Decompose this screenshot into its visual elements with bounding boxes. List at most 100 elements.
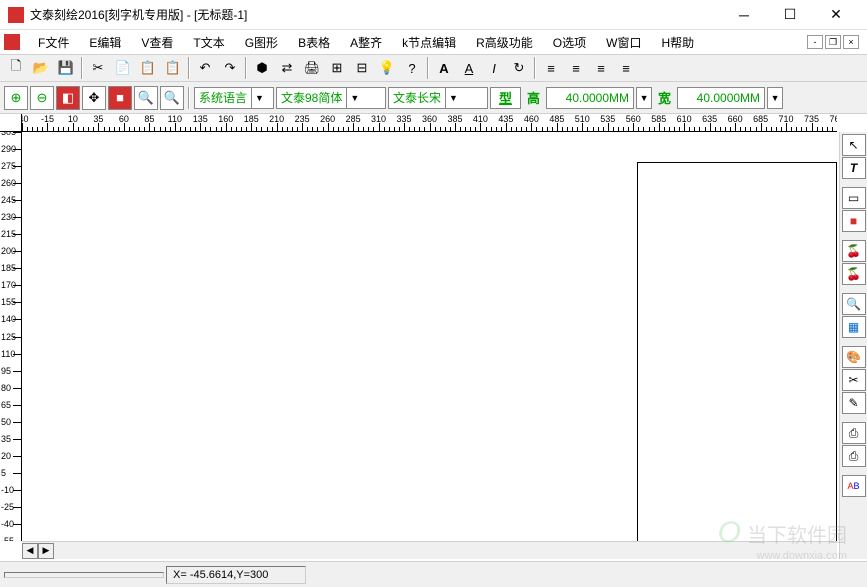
scroll-right-button[interactable]: ▶ <box>38 543 54 559</box>
underline-button[interactable]: A <box>457 57 481 79</box>
scroll-left-button[interactable]: ◀ <box>22 543 38 559</box>
menu-align[interactable]: A整齐 <box>340 32 392 53</box>
menu-edit[interactable]: E编辑 <box>79 32 131 53</box>
status-coords: X= -45.6614,Y=300 <box>166 566 306 584</box>
knife-tool[interactable]: ✂ <box>842 369 866 391</box>
dropdown-arrow-icon: ▼ <box>637 88 651 108</box>
menu-graphic[interactable]: G图形 <box>235 32 288 53</box>
print-button[interactable]: 🖨 <box>300 57 324 79</box>
mdi-close-button[interactable]: × <box>843 35 859 49</box>
zoom-in-button[interactable]: ⊕ <box>4 86 28 110</box>
separator <box>245 57 247 79</box>
style-combo[interactable]: 文泰长宋 ▼ <box>388 87 488 109</box>
light-button[interactable]: 💡 <box>375 57 399 79</box>
horizontal-ruler[interactable]: -40-151035608511013516018521023526028531… <box>22 114 837 132</box>
ungroup-button[interactable]: ⊟ <box>350 57 374 79</box>
height-input[interactable] <box>546 87 634 109</box>
menu-file[interactable]: F文件 <box>28 32 79 53</box>
close-button[interactable]: ✕ <box>813 0 859 30</box>
align-justify-button[interactable]: ≡ <box>614 57 638 79</box>
language-combo-text: 系统语言 <box>195 89 251 106</box>
group-button[interactable]: ⊞ <box>325 57 349 79</box>
menu-window[interactable]: W窗口 <box>596 32 651 53</box>
redo-button[interactable]: ↷ <box>218 57 242 79</box>
separator <box>534 57 536 79</box>
width-label: 宽 <box>654 88 675 107</box>
font-combo-text: 文泰98简体 <box>277 89 346 106</box>
separator <box>81 57 83 79</box>
height-label: 高 <box>523 88 544 107</box>
type-button[interactable]: 型 <box>490 87 521 109</box>
color-tool[interactable]: 🎨 <box>842 346 866 368</box>
menu-options[interactable]: O选项 <box>543 32 596 53</box>
font-combo[interactable]: 文泰98简体 ▼ <box>276 87 386 109</box>
menu-node[interactable]: k节点编辑 <box>392 32 466 53</box>
dropdown-arrow-icon: ▼ <box>251 88 267 108</box>
width-dropdown[interactable]: ▼ <box>767 87 783 109</box>
toolbar-format: ⊕ ⊖ ◧ ✥ ■ 🔍 🔍 系统语言 ▼ 文泰98简体 ▼ 文泰长宋 ▼ 型 高… <box>0 82 867 114</box>
copy-button[interactable]: 📄 <box>111 57 135 79</box>
cut-button[interactable]: ✂ <box>86 57 110 79</box>
rect-outline-tool[interactable]: ▭ <box>842 187 866 209</box>
align-right-button[interactable]: ≡ <box>589 57 613 79</box>
menu-table[interactable]: B表格 <box>288 32 340 53</box>
save-button[interactable]: 💾 <box>54 57 78 79</box>
align-left-button[interactable]: ≡ <box>539 57 563 79</box>
text-tool-button[interactable]: A <box>432 57 456 79</box>
toolbar-main: 🗋 📂 💾 ✂ 📄 📋 📋 ↶ ↷ ⬢ ⇄ 🖨 ⊞ ⊟ 💡 ? A A I ↻ … <box>0 54 867 82</box>
text-tool[interactable]: T <box>842 157 866 179</box>
vertical-ruler[interactable]: 3052902752602452302152001851701551401251… <box>0 132 22 541</box>
table-tool[interactable]: ▦ <box>842 316 866 338</box>
language-combo[interactable]: 系统语言 ▼ <box>194 87 274 109</box>
align-center-button[interactable]: ≡ <box>564 57 588 79</box>
dropdown-arrow-icon: ▼ <box>445 88 461 108</box>
app-icon <box>8 7 24 23</box>
separator <box>427 57 429 79</box>
menu-view[interactable]: V查看 <box>131 32 183 53</box>
mdi-minimize-button[interactable]: - <box>807 35 823 49</box>
minimize-button[interactable]: ─ <box>721 0 767 30</box>
menu-advanced[interactable]: R高级功能 <box>466 32 543 53</box>
height-dropdown[interactable]: ▼ <box>636 87 652 109</box>
image-tool-2[interactable]: 🍒 <box>842 263 866 285</box>
ab-color-tool[interactable]: AB <box>842 475 866 497</box>
zoom-fit-button[interactable]: ■ <box>108 86 132 110</box>
paste-button[interactable]: 📋 <box>136 57 160 79</box>
title-bar: 文泰刻绘2016[刻字机专用版] - [无标题-1] ─ ☐ ✕ <box>0 0 867 30</box>
iron-button[interactable]: ⬢ <box>250 57 274 79</box>
magnify-tool[interactable]: 🔍 <box>842 293 866 315</box>
work-area: -40-151035608511013516018521023526028531… <box>0 114 867 559</box>
horizontal-scrollbar[interactable]: ◀ ▶ <box>22 541 837 559</box>
separator <box>188 57 190 79</box>
maximize-button[interactable]: ☐ <box>767 0 813 30</box>
zoom-all-button[interactable]: 🔍 <box>160 86 184 110</box>
mdi-restore-button[interactable]: ❐ <box>825 35 841 49</box>
rect-fill-tool[interactable]: ■ <box>842 210 866 232</box>
dropdown-arrow-icon: ▼ <box>768 88 782 108</box>
zoom-out-button[interactable]: ⊖ <box>30 86 54 110</box>
flip-button[interactable]: ⇄ <box>275 57 299 79</box>
image-tool-1[interactable]: 🍒 <box>842 240 866 262</box>
output-tool-1[interactable]: ⎙ <box>842 422 866 444</box>
menu-text[interactable]: T文本 <box>183 32 234 53</box>
output-tool-2[interactable]: ⎙ <box>842 445 866 467</box>
pointer-tool[interactable]: ↖ <box>842 134 866 156</box>
zoom-sel-button[interactable]: ◧ <box>56 86 80 110</box>
watermark-text: 当下软件园 <box>747 519 847 548</box>
menu-help[interactable]: H帮助 <box>651 32 704 53</box>
status-bar: X= -45.6614,Y=300 <box>0 561 867 587</box>
italic-button[interactable]: I <box>482 57 506 79</box>
pen-tool[interactable]: ✎ <box>842 392 866 414</box>
undo-button[interactable]: ↶ <box>193 57 217 79</box>
watermark-url: www.downxia.com <box>757 550 847 562</box>
rotate-button[interactable]: ↻ <box>507 57 531 79</box>
help-button[interactable]: ? <box>400 57 424 79</box>
paste-special-button[interactable]: 📋 <box>161 57 185 79</box>
status-empty <box>4 572 164 578</box>
zoom-page-button[interactable]: 🔍 <box>134 86 158 110</box>
open-button[interactable]: 📂 <box>29 57 53 79</box>
zoom-move-button[interactable]: ✥ <box>82 86 106 110</box>
canvas[interactable] <box>22 132 837 541</box>
new-button[interactable]: 🗋 <box>4 57 28 79</box>
width-input[interactable] <box>677 87 765 109</box>
